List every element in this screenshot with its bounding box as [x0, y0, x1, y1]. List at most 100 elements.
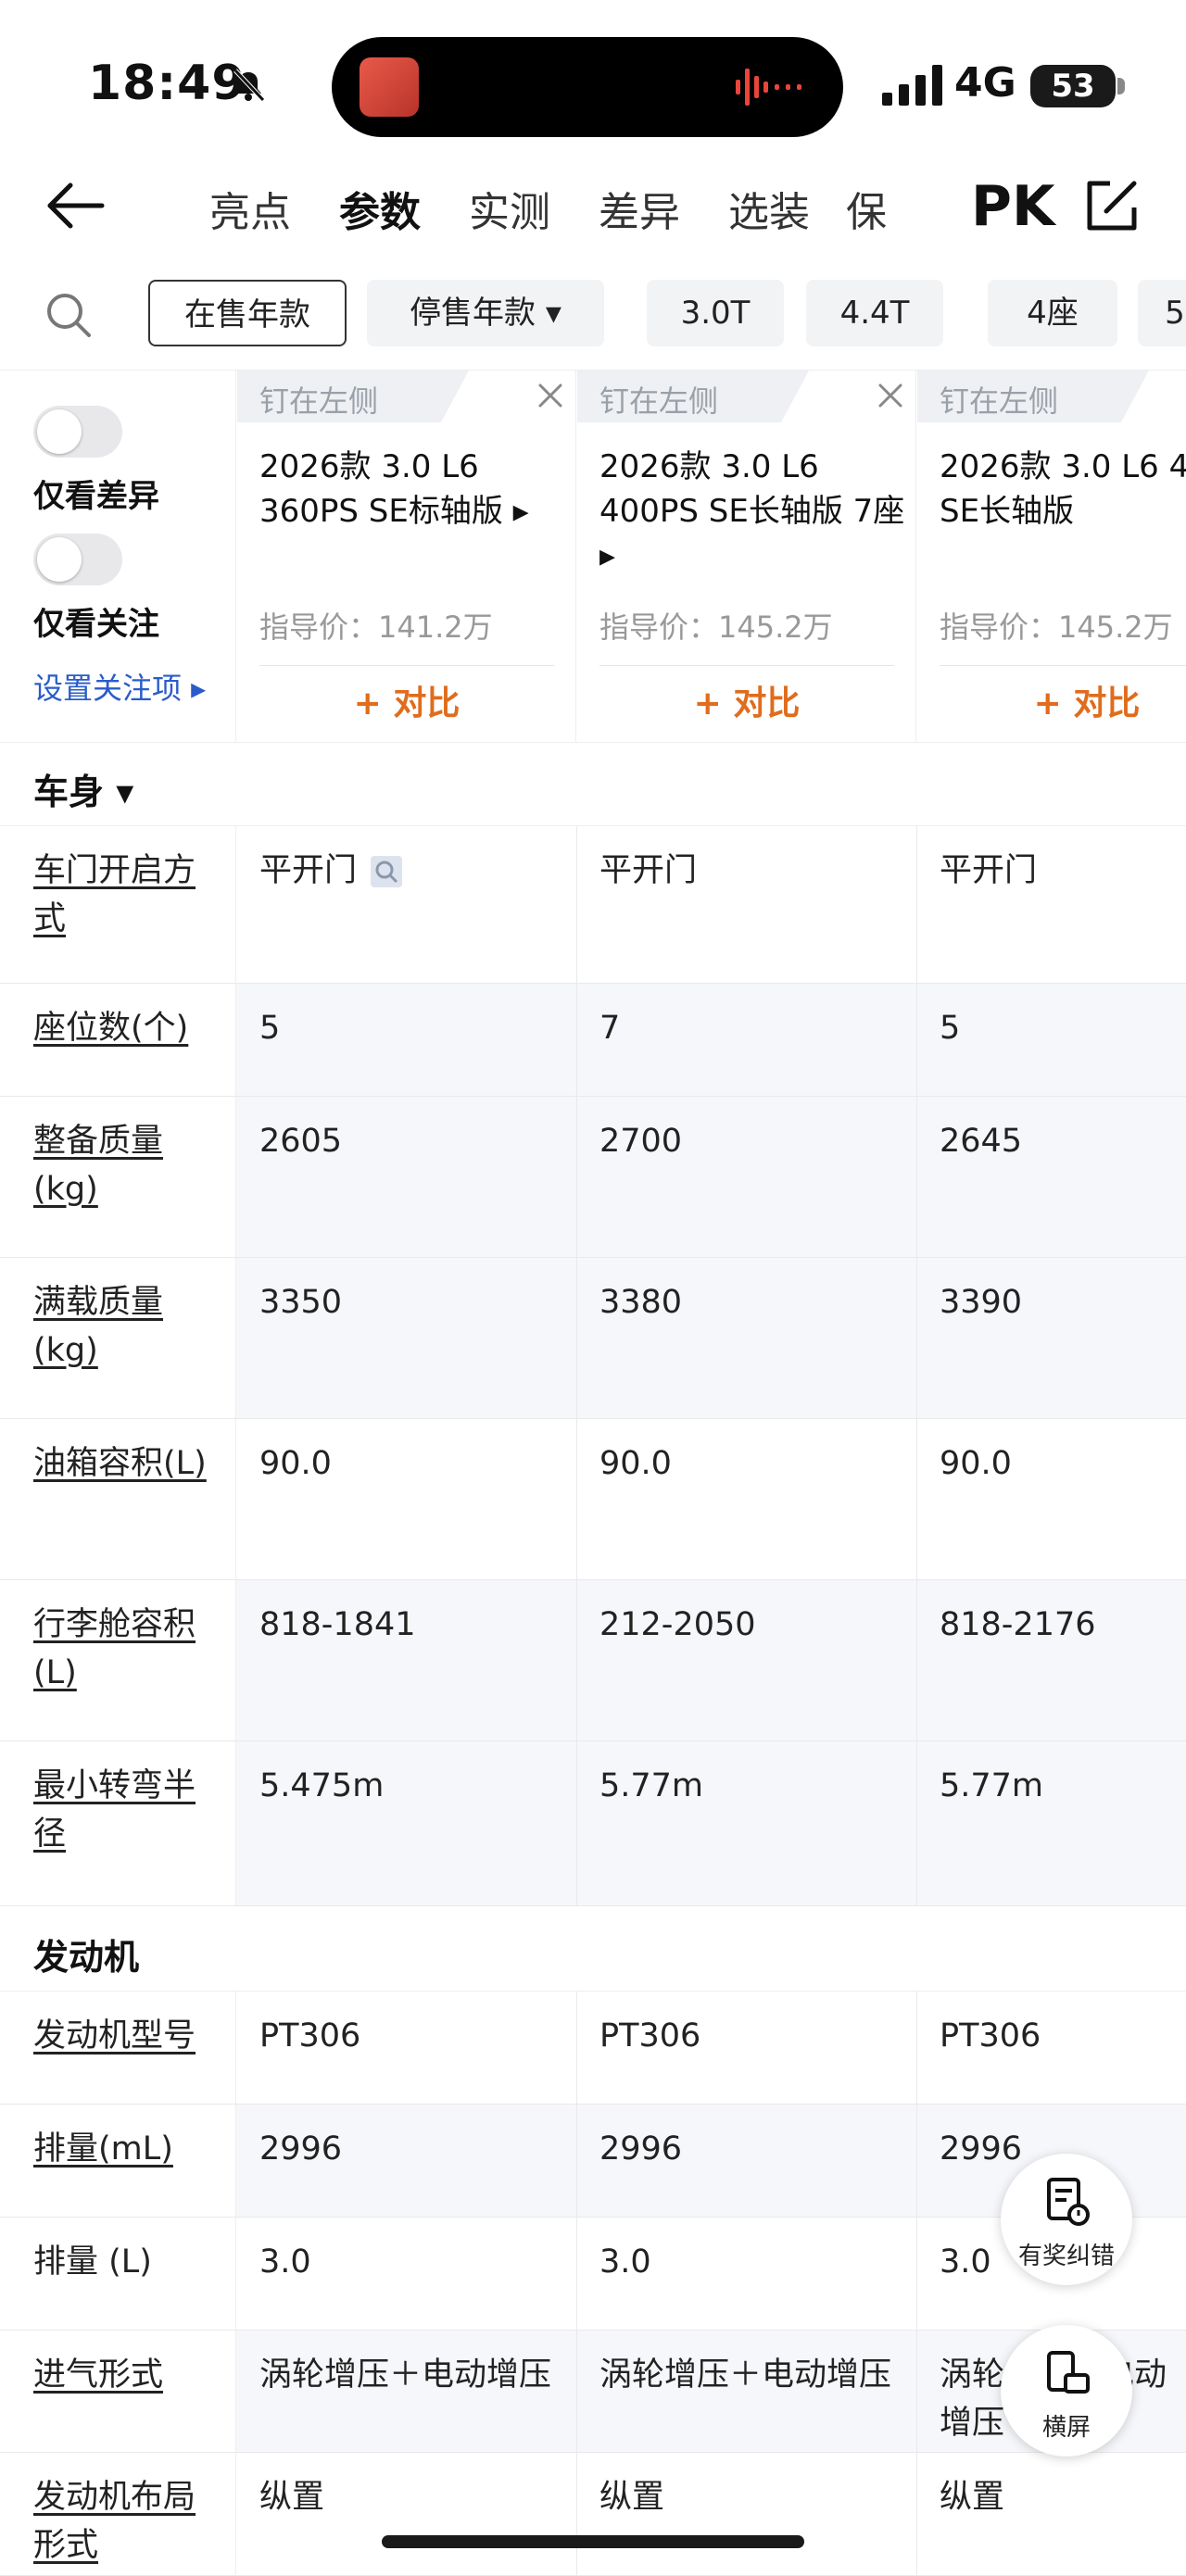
spec-label[interactable]: 座位数(个): [33, 1004, 219, 1052]
spec-label: 排量 (L): [33, 2243, 152, 2281]
car-price: 指导价：141.2万: [259, 609, 493, 645]
spec-value: PT306: [599, 2017, 701, 2055]
toggle-follow-label: 仅看关注: [33, 606, 159, 643]
spec-value: 平开门: [259, 852, 358, 889]
spec-row: 油箱容积(L) 90.0 90.0 90.0: [0, 1419, 1186, 1580]
dynamic-island[interactable]: [332, 37, 843, 137]
spec-value: 3.0: [259, 2243, 311, 2281]
pk-button[interactable]: PK: [971, 174, 1054, 239]
spec-value: 90.0: [940, 1445, 1012, 1482]
column-divider: [576, 1580, 577, 1740]
spec-value: 2996: [940, 2130, 1023, 2168]
spec-value: 纵置: [940, 2479, 1005, 2516]
spec-label[interactable]: 排量(mL): [33, 2125, 219, 2173]
car-name[interactable]: 2026款 3.0 L6 360PS SE标轴版 ▸: [259, 445, 565, 534]
toggle-diff-only[interactable]: [33, 406, 122, 458]
tab-warranty[interactable]: 保: [834, 176, 899, 250]
pin-left-label: 钉在左侧: [259, 383, 379, 419]
home-indicator: [382, 2535, 804, 2548]
spec-value: 2996: [259, 2130, 343, 2168]
edit-icon[interactable]: [1082, 178, 1140, 235]
tab-params[interactable]: 参数: [315, 176, 445, 250]
column-divider: [576, 826, 577, 983]
compare-header: 仅看差异 仅看关注 设置关注项 ▸ 钉在左侧 2026款 3.0 L6 360P…: [0, 371, 1186, 743]
filter-chip-on-sale[interactable]: 在售年款: [148, 280, 347, 346]
spec-value: 90.0: [259, 1445, 332, 1482]
tab-differences[interactable]: 差异: [574, 176, 704, 250]
landscape-button[interactable]: 横屏: [1001, 2325, 1132, 2457]
column-divider: [916, 1580, 917, 1740]
car-name[interactable]: 2026款 3.0 L6 400PS SE长轴版 7座 ▸: [599, 445, 905, 578]
spec-value: 2996: [599, 2130, 683, 2168]
add-compare-button[interactable]: + 对比: [917, 676, 1186, 732]
toggle-follow-only[interactable]: [33, 534, 122, 585]
toggle-diff-label: 仅看差异: [33, 478, 159, 515]
spec-value: PT306: [940, 2017, 1041, 2055]
spec-label[interactable]: 满载质量(kg): [33, 1278, 219, 1375]
spec-label[interactable]: 发动机型号: [33, 2012, 219, 2060]
battery-icon: 53: [1030, 65, 1116, 107]
pin-left-tab[interactable]: 钉在左侧: [917, 371, 1149, 422]
signal-icon: [882, 65, 942, 106]
column-divider: [916, 984, 917, 1096]
section-engine-header[interactable]: 发动机: [0, 1906, 1186, 1992]
divider: [599, 665, 894, 666]
spec-label[interactable]: 整备质量(kg): [33, 1117, 219, 1213]
spec-value: 818-2176: [940, 1606, 1096, 1643]
spec-label[interactable]: 行李舱容积(L): [33, 1601, 219, 1697]
car-name[interactable]: 2026款 3.0 L6 400PS SE长轴版: [940, 445, 1186, 534]
spec-value: 3380: [599, 1284, 683, 1321]
spec-row: 发动机布局形式 纵置 纵置 纵置: [0, 2453, 1186, 2576]
car-price: 指导价：145.2万: [599, 609, 833, 645]
spec-label[interactable]: 油箱容积(L): [33, 1439, 219, 1488]
column-divider: [916, 2331, 917, 2452]
spec-value: 7: [599, 1010, 621, 1047]
column-divider: [576, 2105, 577, 2217]
nav-tabs: 亮点 参数 实测 差异 选装 保: [185, 176, 899, 250]
spec-value: 3390: [940, 1284, 1023, 1321]
pin-left-tab[interactable]: 钉在左侧: [577, 371, 809, 422]
add-compare-button[interactable]: + 对比: [237, 676, 576, 732]
spec-label[interactable]: 最小转弯半径: [33, 1762, 219, 1858]
close-icon[interactable]: [535, 380, 566, 411]
back-arrow-icon[interactable]: [44, 178, 109, 233]
close-icon[interactable]: [875, 380, 906, 411]
tab-tests[interactable]: 实测: [445, 176, 574, 250]
divider: [259, 665, 554, 666]
filter-chip-44t[interactable]: 4.4T: [806, 280, 943, 346]
report-error-button[interactable]: 有奖纠错: [1001, 2154, 1132, 2285]
section-body-header[interactable]: 车身 ▾: [0, 743, 1186, 826]
filter-chip-4seat[interactable]: 4座: [988, 280, 1117, 346]
filter-chip-5seat[interactable]: 5: [1138, 280, 1186, 346]
spec-label[interactable]: 进气形式: [33, 2351, 219, 2399]
spec-value: 3.0: [940, 2243, 991, 2281]
top-nav: 亮点 参数 实测 差异 选装 保 PK: [0, 157, 1186, 259]
tab-highlights[interactable]: 亮点: [185, 176, 315, 250]
column-divider: [576, 984, 577, 1096]
column-divider: [916, 2218, 917, 2330]
spec-value: 5.77m: [940, 1767, 1044, 1804]
spec-label[interactable]: 发动机布局形式: [33, 2473, 219, 2570]
column-divider: [916, 1419, 917, 1579]
column-divider: [576, 2453, 577, 2575]
media-thumbnail: [360, 57, 419, 117]
spec-value: 90.0: [599, 1445, 672, 1482]
add-compare-button[interactable]: + 对比: [577, 676, 916, 732]
spec-value: 212-2050: [599, 1606, 756, 1643]
spec-row: 发动机型号 PT306 PT306 PT306: [0, 1992, 1186, 2105]
set-follow-link[interactable]: 设置关注项 ▸: [33, 665, 206, 708]
column-divider: [576, 1258, 577, 1418]
audio-wave-icon: [736, 69, 801, 106]
pin-left-tab[interactable]: 钉在左侧: [237, 371, 469, 422]
report-label: 有奖纠错: [1017, 2243, 1115, 2270]
spec-label[interactable]: 车门开启方式: [33, 847, 219, 943]
filter-chip-discontinued[interactable]: 停售年款 ▾: [367, 280, 604, 346]
spec-value: 平开门: [599, 852, 698, 889]
magnifier-icon[interactable]: [371, 856, 402, 887]
section-title: 发动机: [33, 1937, 140, 1978]
search-icon[interactable]: [43, 289, 95, 341]
header-left-column: 仅看差异 仅看关注 设置关注项 ▸: [0, 371, 236, 743]
column-divider: [576, 1741, 577, 1905]
filter-chip-3t[interactable]: 3.0T: [647, 280, 784, 346]
tab-options[interactable]: 选装: [704, 176, 834, 250]
